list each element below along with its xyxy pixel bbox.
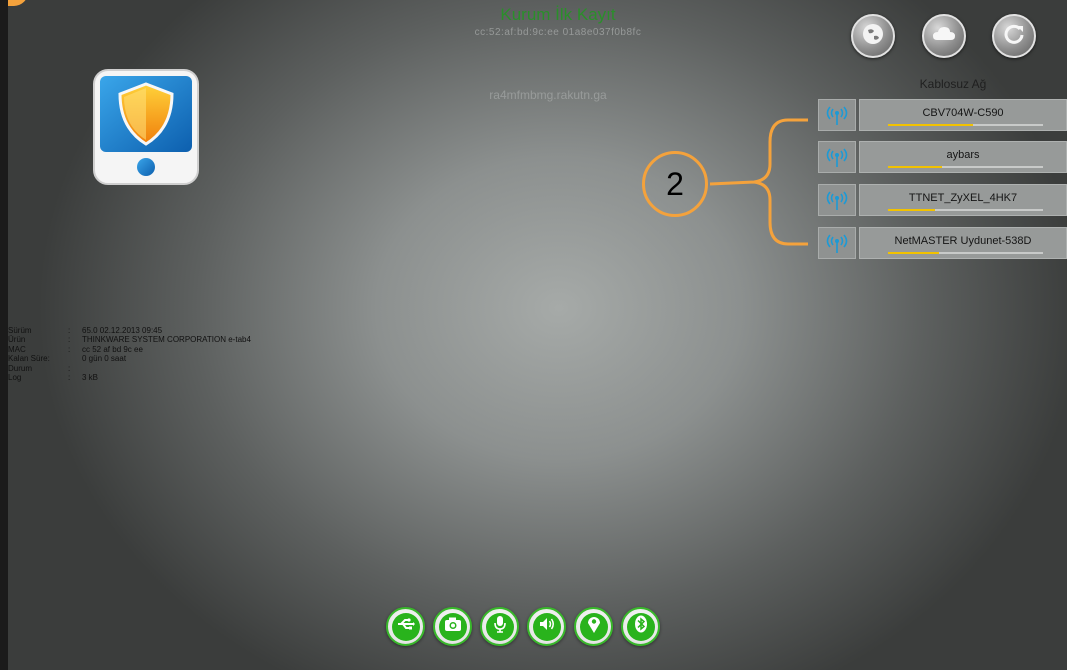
camera-icon [443, 614, 463, 639]
cloud-button[interactable] [922, 14, 966, 58]
cloud-icon [931, 21, 957, 52]
info-value: cc 52 af bd 9c ee [82, 344, 143, 354]
wifi-network-body: CBV704W-C590 [859, 99, 1067, 131]
info-value: THINKWARE SYSTEM CORPORATION e-tab4 [82, 335, 251, 345]
signal-strength-bar [888, 252, 1043, 254]
wifi-section-title: Kablosuz Ağ [919, 77, 987, 91]
wifi-signal-icon [818, 99, 856, 131]
wifi-network-item[interactable]: CBV704W-C590 [818, 99, 1067, 131]
bluetooth-button[interactable] [621, 607, 660, 646]
microphone-button[interactable] [480, 607, 519, 646]
signal-strength-bar [888, 166, 1043, 168]
wifi-network-item[interactable]: aybars [818, 141, 1067, 173]
signal-strength-fill [888, 252, 940, 254]
speaker-icon [537, 614, 557, 639]
device-info-row: Ürün: THINKWARE SYSTEM CORPORATION e-tab4 [8, 335, 251, 344]
refresh-button[interactable] [992, 14, 1036, 58]
wifi-network-item[interactable]: TTNET_ZyXEL_4HK7 [818, 184, 1067, 216]
device-info-panel: Sürüm: 65.0 02.12.2013 09:45 Ürün: THINKWAR… [8, 326, 251, 382]
wifi-network-name: NetMASTER Uydunet-538D [894, 235, 1032, 247]
location-icon [584, 614, 604, 639]
globe-button[interactable] [851, 14, 895, 58]
callout-corner-mark [8, 0, 28, 6]
wifi-network-item[interactable]: NetMASTER Uydunet-538D [818, 227, 1067, 259]
wifi-network-name: CBV704W-C590 [922, 107, 1004, 119]
info-label: MAC [8, 344, 26, 354]
device-id-text: cc:52:af:bd:9c:ee 01a8e037f0b8fc [474, 27, 642, 38]
usb-button[interactable] [386, 607, 425, 646]
location-button[interactable] [574, 607, 613, 646]
bluetooth-icon [631, 614, 651, 639]
callout-bracket [709, 118, 808, 246]
bottom-toolbar [386, 607, 660, 646]
wifi-network-body: TTNET_ZyXEL_4HK7 [859, 184, 1067, 216]
wifi-signal-icon [818, 227, 856, 259]
device-info-row: Kalan Süre: 0 gün 0 saat [8, 354, 251, 363]
faded-server-text: ra4mfmbmg.rakutn.ga [489, 88, 607, 102]
device-info-row: Log: 3 kB [8, 373, 251, 382]
info-value: 0 gün 0 saat [82, 354, 127, 364]
speaker-button[interactable] [527, 607, 566, 646]
info-separator: : [68, 344, 71, 354]
usb-icon [396, 614, 416, 639]
wifi-network-name: aybars [946, 149, 980, 161]
device-info-row: MAC: cc 52 af bd 9c ee [8, 345, 251, 354]
wifi-signal-icon [818, 141, 856, 173]
wifi-network-body: NetMASTER Uydunet-538D [859, 227, 1067, 259]
signal-strength-fill [888, 124, 974, 126]
info-label: Ürün [8, 335, 26, 345]
info-separator: : [68, 326, 71, 335]
signal-strength-fill [888, 166, 943, 168]
app-screen: Kurum İlk Kayıt cc:52:af:bd:9c:ee 01a8e0… [8, 0, 1067, 670]
wifi-signal-icon [818, 184, 856, 216]
signal-strength-bar [888, 124, 1043, 126]
camera-button[interactable] [433, 607, 472, 646]
signal-strength-fill [888, 209, 935, 211]
signal-strength-bar [888, 209, 1043, 211]
wifi-network-name: TTNET_ZyXEL_4HK7 [908, 192, 1018, 204]
info-value: 3 kB [82, 373, 99, 383]
device-info-row: Durum: [8, 364, 251, 373]
refresh-icon [1001, 21, 1027, 52]
info-value: 65.0 02.12.2013 09:45 [82, 326, 163, 335]
info-label: Log [8, 373, 22, 383]
info-separator: : [68, 373, 71, 383]
info-label: Sürüm [8, 326, 32, 335]
info-separator: : [68, 363, 71, 373]
info-label: Kalan Süre: [8, 354, 50, 364]
device-info-row: Sürüm: 65.0 02.12.2013 09:45 [8, 326, 251, 335]
wifi-network-body: aybars [859, 141, 1067, 173]
info-separator: : [68, 335, 71, 345]
callout-number-badge: 2 [642, 151, 708, 217]
page-title: Kurum İlk Kayıt [500, 5, 616, 24]
info-separator [68, 354, 82, 363]
microphone-icon [490, 614, 510, 639]
globe-icon [860, 21, 886, 52]
info-label: Durum [8, 363, 33, 373]
shield-device-icon [86, 66, 206, 195]
